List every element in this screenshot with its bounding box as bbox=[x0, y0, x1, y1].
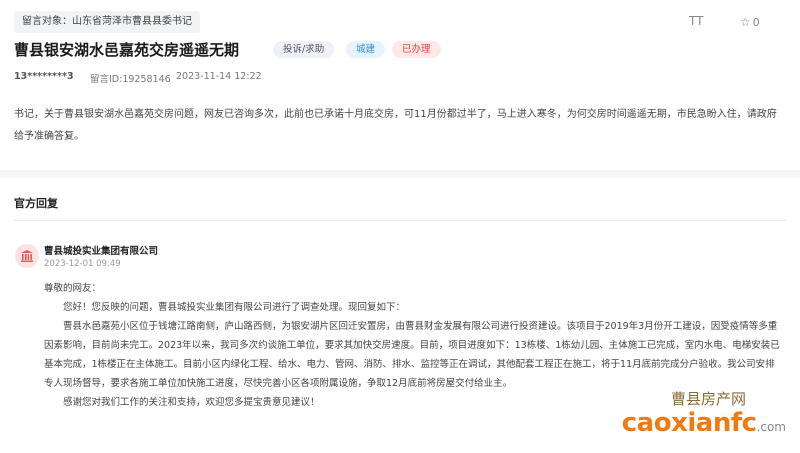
type-badge[interactable]: 投诉/求助 bbox=[273, 41, 335, 58]
watermark-suffix: .com bbox=[756, 420, 786, 434]
message-body: 书记，关于曹县银安湖水邑嘉苑交房问题，网友已咨询多次，此前也已承诺十月底交房，可… bbox=[14, 109, 777, 142]
font-size-icon: TT bbox=[689, 14, 704, 28]
font-size-button[interactable]: TT bbox=[689, 14, 703, 28]
reply-paragraph: 您好！您反映的问题，曹县城投实业集团有限公司进行了调查处理。现回复如下： bbox=[63, 302, 406, 313]
divider bbox=[14, 220, 786, 221]
message-title: 曹县银安湖水邑嘉苑交房遥遥无期 bbox=[14, 41, 240, 59]
favorite-button[interactable]: ☆ 0 bbox=[740, 15, 760, 29]
watermark-cn: 曹县房产网 bbox=[670, 390, 746, 408]
star-icon: ☆ bbox=[740, 15, 751, 29]
user-id: 13********3 bbox=[14, 71, 74, 82]
reply-greeting: 尊敬的网友： bbox=[44, 283, 102, 294]
reply-time: 2023-12-01 09:49 bbox=[44, 259, 121, 269]
recipient-tag: 留言对象：山东省菏泽市曹县县委书记 bbox=[14, 11, 200, 33]
reply-paragraph: 曹县水邑嘉苑小区位于钱塘江路南侧，庐山路西侧，为银安湖片区回迁安置房，由曹县财金… bbox=[44, 321, 780, 389]
status-badge: 已办理 bbox=[392, 41, 441, 58]
watermark-en: caoxianfc bbox=[621, 408, 757, 438]
watermark-logo: caoxianfc.com bbox=[586, 409, 786, 441]
message-time: 2023-11-14 12:22 bbox=[176, 71, 262, 82]
government-building-icon bbox=[15, 244, 39, 268]
watermark: 曹县房产网 caoxianfc.com bbox=[586, 388, 786, 441]
reply-org-name: 曹县城投实业集团有限公司 bbox=[44, 246, 159, 257]
field-badge[interactable]: 城建 bbox=[346, 41, 386, 58]
reply-section-title: 官方回复 bbox=[14, 197, 58, 210]
message-id: 留言ID:19258146 bbox=[90, 74, 171, 85]
section-divider bbox=[0, 170, 800, 178]
favorite-count: 0 bbox=[752, 16, 760, 29]
